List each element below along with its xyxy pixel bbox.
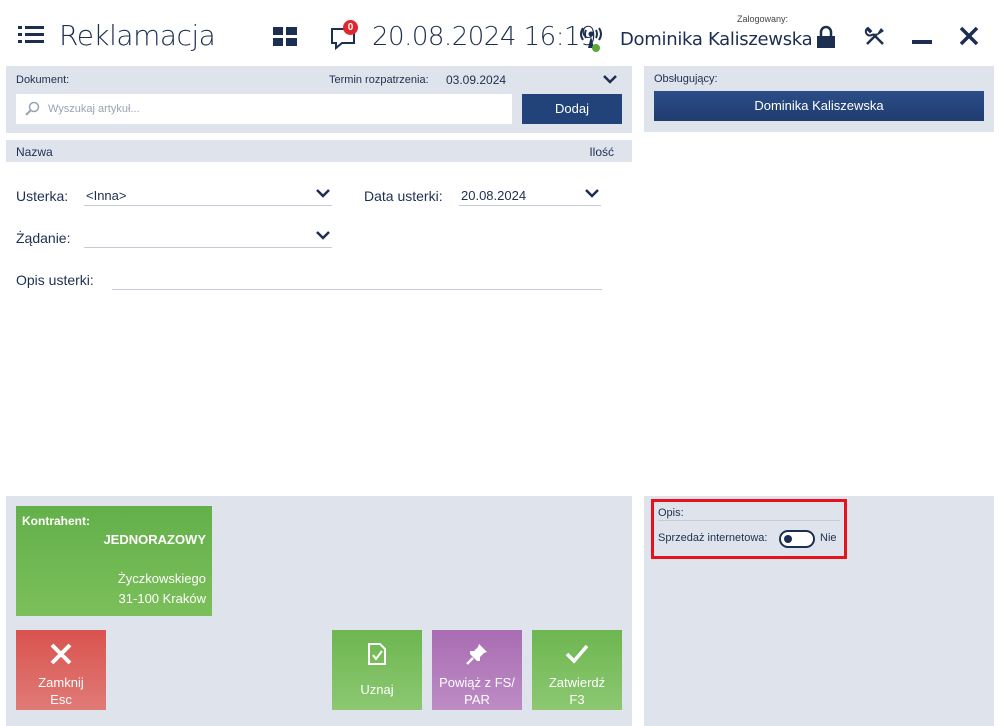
- highlight-box: Opis: Sprzedaż internetowa: Nie: [651, 499, 847, 559]
- online-sale-label: Sprzedaż internetowa:: [658, 532, 768, 544]
- description-input[interactable]: [658, 520, 840, 521]
- connection-antenna-icon: [580, 27, 602, 52]
- logged-user-name: Dominika Kaliszewska: [620, 29, 813, 50]
- check-icon: [565, 644, 589, 664]
- add-button[interactable]: Dodaj: [522, 94, 622, 124]
- term-label: Termin rozpatrzenia:: [329, 74, 429, 86]
- header-bar: Reklamacja 0 20.08.2024 16:19 Zalogowany…: [0, 0, 1000, 64]
- close-icon: [50, 643, 72, 665]
- online-sale-toggle[interactable]: [779, 530, 815, 548]
- defect-select[interactable]: <Inna>: [84, 186, 332, 206]
- handler-select-button[interactable]: Dominika Kaliszewska: [654, 91, 984, 121]
- defect-date-picker[interactable]: 20.08.2024: [459, 186, 601, 206]
- link-invoice-label: Powiąż z FS/: [439, 675, 515, 690]
- tiles-grid-icon[interactable]: [273, 27, 297, 47]
- chevron-down-icon: [585, 189, 599, 198]
- chevron-down-icon: [316, 189, 330, 198]
- app-window: Reklamacja 0 20.08.2024 16:19 Zalogowany…: [0, 0, 1000, 726]
- contractor-city: 31-100 Kraków: [118, 591, 206, 606]
- close-label: Zamknij: [38, 675, 84, 690]
- defect-description-input[interactable]: [112, 270, 602, 290]
- document-panel: Dokument: Termin rozpatrzenia: 03.09.202…: [6, 66, 632, 133]
- accept-label: Uznaj: [360, 682, 394, 697]
- online-sale-value: Nie: [820, 532, 837, 544]
- search-icon: [25, 101, 40, 116]
- defect-label: Usterka:: [16, 188, 69, 204]
- article-search-input[interactable]: Wyszukaj artykuł...: [16, 94, 512, 124]
- term-value: 03.09.2024: [446, 73, 507, 87]
- chevron-down-icon: [316, 231, 330, 240]
- details-panel: Opis: Sprzedaż internetowa: Nie: [644, 496, 994, 726]
- hamburger-menu-icon[interactable]: [18, 25, 44, 45]
- document-label: Dokument:: [16, 74, 70, 86]
- contractor-street: Życzkowskiego: [117, 571, 206, 586]
- confirm-label: Zatwierdź: [548, 675, 606, 690]
- contractor-name: JEDNORAZOWY: [103, 532, 206, 547]
- close-button[interactable]: Zamknij Esc: [16, 630, 106, 710]
- link-invoice-label-2: PAR: [464, 692, 490, 707]
- lock-icon[interactable]: [815, 25, 837, 49]
- contractor-label: Kontrahent:: [22, 514, 90, 528]
- logged-in-label: Zalogowany:: [737, 14, 789, 24]
- document-check-icon: [368, 643, 386, 665]
- items-table-header: Nazwa Ilość: [6, 140, 632, 162]
- column-name-header[interactable]: Nazwa: [16, 145, 53, 159]
- close-shortcut: Esc: [50, 692, 72, 707]
- link-invoice-button[interactable]: Powiąż z FS/ PAR: [432, 630, 522, 710]
- pin-icon: [466, 644, 487, 665]
- description-label: Opis:: [658, 507, 684, 519]
- chevron-down-icon[interactable]: [603, 74, 617, 84]
- page-title: Reklamacja: [59, 19, 216, 52]
- defect-date-value: 20.08.2024: [461, 188, 527, 203]
- confirm-button[interactable]: Zatwierdź F3: [532, 630, 622, 710]
- messages-count-badge: 0: [343, 20, 358, 35]
- defect-value: <Inna>: [86, 188, 127, 203]
- handler-label: Obsługujący:: [654, 73, 718, 85]
- column-qty-header[interactable]: Ilość: [589, 145, 614, 159]
- request-label: Żądanie:: [16, 230, 71, 246]
- request-select[interactable]: [84, 228, 332, 248]
- contractor-tile[interactable]: Kontrahent: JEDNORAZOWY Życzkowskiego 31…: [16, 506, 212, 616]
- tools-icon[interactable]: [864, 25, 886, 47]
- toggle-knob: [784, 535, 792, 543]
- defect-date-label: Data usterki:: [364, 188, 443, 204]
- accept-button[interactable]: Uznaj: [332, 630, 422, 710]
- minimize-icon[interactable]: [912, 40, 932, 44]
- current-datetime: 20.08.2024 16:19: [372, 22, 597, 52]
- close-window-icon[interactable]: [958, 25, 980, 47]
- handler-panel: Obsługujący: Dominika Kaliszewska: [644, 66, 994, 132]
- defect-description-label: Opis usterki:: [16, 272, 94, 288]
- confirm-shortcut: F3: [569, 692, 585, 707]
- search-placeholder: Wyszukaj artykuł...: [48, 103, 140, 115]
- bottom-actions-panel: Kontrahent: JEDNORAZOWY Życzkowskiego 31…: [6, 496, 632, 726]
